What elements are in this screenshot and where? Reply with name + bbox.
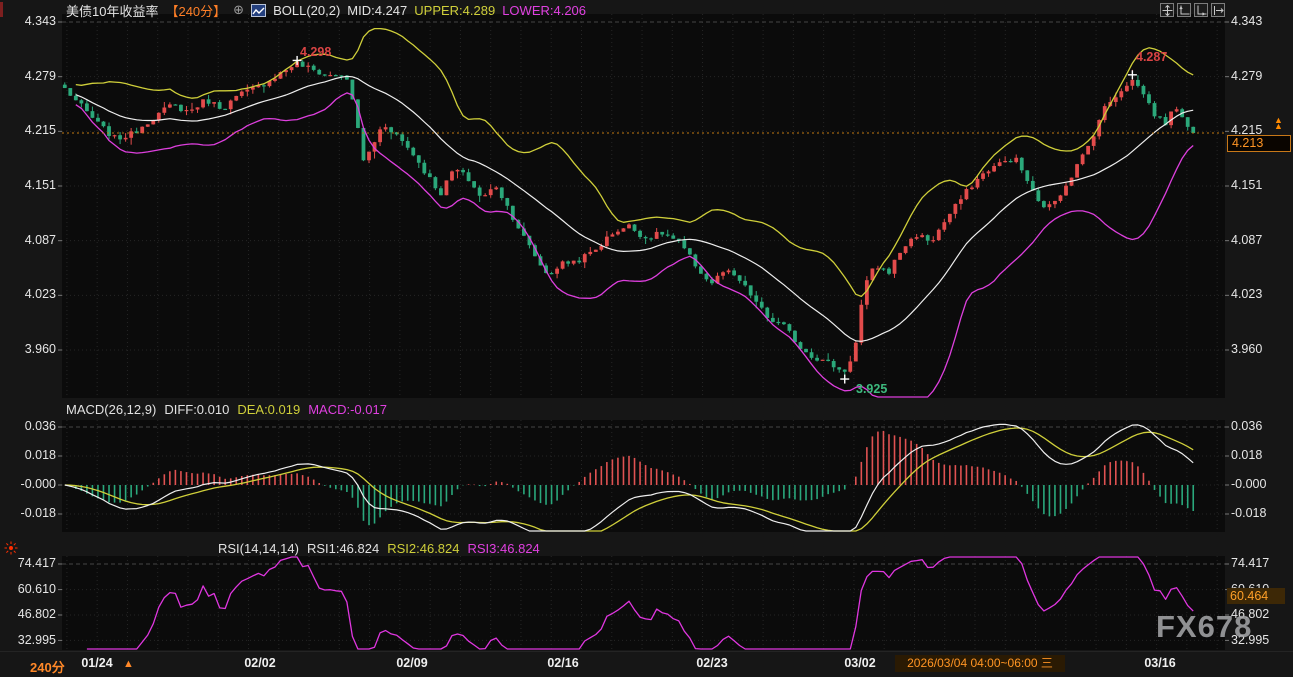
pan-icon[interactable] <box>1160 3 1174 17</box>
low-annotation: 3.925 <box>856 382 887 396</box>
macd-ytick: 0.018 <box>0 448 56 462</box>
time-scale-icon[interactable] <box>1194 3 1208 17</box>
xtick: 03/02 <box>844 656 875 670</box>
main-ytick-r: 4.343 <box>1231 14 1262 28</box>
timeframe-badge[interactable]: 240分 <box>30 657 65 676</box>
macd-ytick: 0.036 <box>0 419 56 433</box>
rsi-params-label: RSI(14,14,14) <box>218 541 299 556</box>
rsi3-value: RSI3:46.824 <box>468 541 540 556</box>
timeframe-label[interactable]: 【240分】 <box>165 1 226 20</box>
price-scale-icon[interactable] <box>1177 3 1191 17</box>
main-ytick: 4.343 <box>0 14 56 28</box>
macd-dea-value: DEA:0.019 <box>237 402 300 417</box>
macd-ytick-r: -0.018 <box>1231 506 1266 520</box>
main-ytick: 4.023 <box>0 287 56 301</box>
boll-lower-value: LOWER:4.206 <box>502 3 586 18</box>
boll-indicator-icon[interactable] <box>251 4 266 17</box>
macd-ytick: -0.000 <box>0 477 56 491</box>
xtick: 01/24 <box>81 656 112 670</box>
macd-ytick-r: -0.000 <box>1231 477 1266 491</box>
macd-ytick-r: 0.036 <box>1231 419 1262 433</box>
rsi-ytick: 60.610 <box>0 582 56 596</box>
chart-canvas[interactable] <box>0 0 1293 677</box>
macd-header: MACD(26,12,9) DIFF:0.010 DEA:0.019 MACD:… <box>66 402 387 417</box>
xtick: 02/23 <box>696 656 727 670</box>
xtick: 02/16 <box>547 656 578 670</box>
main-ytick: 4.151 <box>0 178 56 192</box>
high-annotation-left: 4.298 <box>300 45 331 59</box>
boll-params-label: BOLL(20,2) <box>273 3 340 18</box>
price-up-arrows-icon: ▲▲ <box>1274 117 1283 129</box>
main-ytick: 4.279 <box>0 69 56 83</box>
shift-right-icon[interactable] <box>1211 3 1225 17</box>
instrument-title: 美债10年收益率 <box>66 1 158 20</box>
xtick: 02/09 <box>396 656 427 670</box>
main-ytick-r: 4.279 <box>1231 69 1262 83</box>
last-price-tag: 4.213 <box>1227 135 1291 152</box>
macd-ytick: -0.018 <box>0 506 56 520</box>
hovered-candle-time-tag: 2026/03/04 04:00~06:00 三 <box>895 655 1065 672</box>
trading-chart-window: 美债10年收益率 【240分】 ⊕ BOLL(20,2) MID:4.247 U… <box>0 0 1293 677</box>
boll-mid-value: MID:4.247 <box>347 3 407 18</box>
xtick: 03/16 <box>1144 656 1175 670</box>
macd-macd-value: MACD:-0.017 <box>308 402 387 417</box>
xtick: 02/02 <box>244 656 275 670</box>
axis-separator <box>0 651 1293 652</box>
rsi1-value: RSI1:46.824 <box>307 541 379 556</box>
brand-watermark: FX678 <box>1156 609 1252 645</box>
rsi2-value: RSI2:46.824 <box>387 541 459 556</box>
boll-upper-value: UPPER:4.289 <box>414 3 495 18</box>
main-ytick-r: 3.960 <box>1231 342 1262 356</box>
high-annotation-right: 4.287 <box>1136 50 1167 64</box>
rsi-ytick: 74.417 <box>0 556 56 570</box>
main-ytick: 3.960 <box>0 342 56 356</box>
rsi-header: RSI(14,14,14) RSI1:46.824 RSI2:46.824 RS… <box>218 541 540 556</box>
rsi-ytick-r: 74.417 <box>1231 556 1269 570</box>
timeframe-badge-arrow[interactable]: ▲ <box>123 658 134 670</box>
rsi-ytick: 32.995 <box>0 633 56 647</box>
chart-header: 美债10年收益率 【240分】 ⊕ BOLL(20,2) MID:4.247 U… <box>66 2 586 18</box>
macd-diff-value: DIFF:0.010 <box>164 402 229 417</box>
main-ytick: 4.087 <box>0 233 56 247</box>
rsi-value-tag: 60.464 <box>1227 588 1285 604</box>
main-ytick: 4.215 <box>0 123 56 137</box>
rsi-ytick: 46.802 <box>0 607 56 621</box>
main-ytick-r: 4.151 <box>1231 178 1262 192</box>
chart-toolbar <box>1160 3 1225 17</box>
main-ytick-r: 4.087 <box>1231 233 1262 247</box>
add-indicator-icon[interactable]: ⊕ <box>233 2 244 18</box>
main-ytick-r: 4.023 <box>1231 287 1262 301</box>
macd-ytick-r: 0.018 <box>1231 448 1262 462</box>
macd-params-label: MACD(26,12,9) <box>66 402 156 417</box>
